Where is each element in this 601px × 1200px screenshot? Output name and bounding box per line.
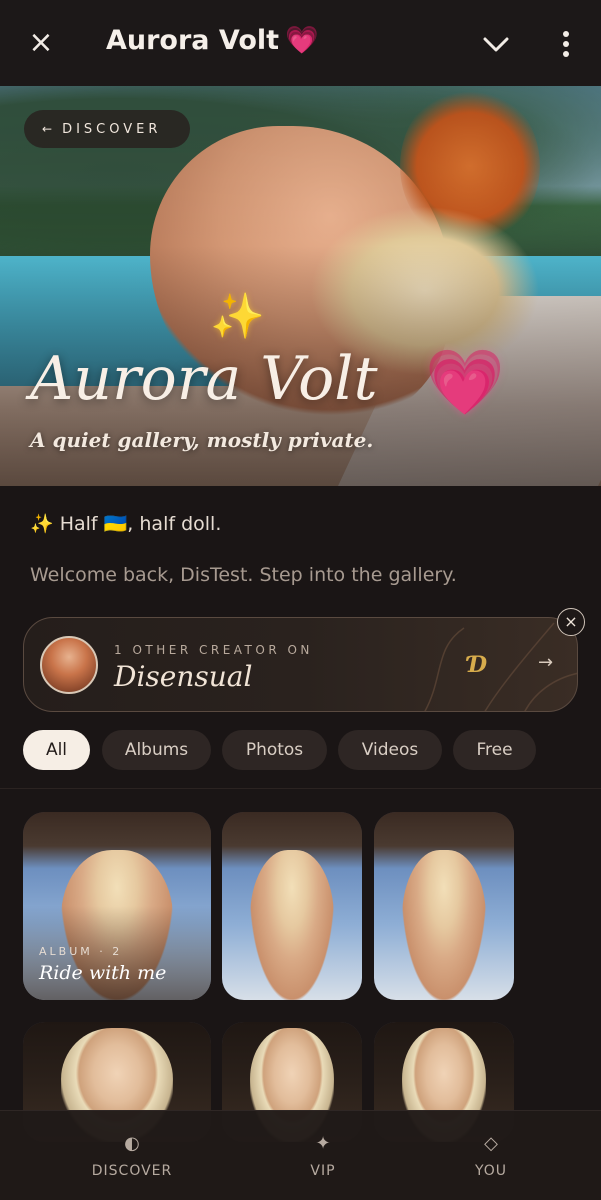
sparkles-emoji: ✨ <box>210 291 265 342</box>
discover-back-label: DISCOVER <box>62 121 162 137</box>
hero-title: Aurora Volt <box>30 344 378 414</box>
nav-you[interactable]: ◇ YOU <box>411 1111 571 1200</box>
other-creator-card[interactable]: 1 OTHER CREATOR ON Disensual Ɗ → <box>23 617 578 712</box>
close-card-button[interactable]: × <box>557 608 585 636</box>
nav-discover-label: DISCOVER <box>91 1163 173 1179</box>
album-tile[interactable]: ALBUM · 2 Ride with me <box>23 812 211 1000</box>
heart-emoji: 💗 <box>285 25 319 56</box>
discover-back-button[interactable]: ← DISCOVER <box>24 110 190 148</box>
tab-all[interactable]: All <box>23 730 90 770</box>
bio-sparkle-emoji: ✨ <box>30 513 54 535</box>
bio-text-body: Half 🇺🇦, half doll. <box>53 513 222 535</box>
close-icon[interactable]: × <box>26 28 56 58</box>
tile-photo <box>402 849 486 1000</box>
album-eyebrow: ALBUM · 2 <box>39 945 123 958</box>
nav-vip[interactable]: ✦ VIP <box>243 1111 403 1200</box>
tab-free[interactable]: Free <box>453 730 536 770</box>
divider <box>0 788 601 789</box>
album-title: Ride with me <box>39 962 167 984</box>
creator-card-eyebrow: 1 OTHER CREATOR ON <box>114 643 313 657</box>
creator-card-brand: Disensual <box>114 660 253 693</box>
top-bar: × Aurora Volt 💗 <box>0 0 601 86</box>
page-title-text: Aurora Volt <box>106 25 280 56</box>
arrow-right-icon: → <box>538 652 554 673</box>
heart-emoji-large: 💗 <box>425 346 505 420</box>
nav-discover[interactable]: ◐ DISCOVER <box>52 1111 212 1200</box>
page-title: Aurora Volt 💗 <box>106 24 319 56</box>
bio-text: ✨ Half 🇺🇦, half doll. <box>30 512 221 535</box>
photo-tile[interactable] <box>374 812 514 1000</box>
discover-icon: ◐ <box>124 1133 140 1154</box>
photo-tile[interactable] <box>222 812 362 1000</box>
diamond-icon: ◇ <box>484 1133 498 1154</box>
creator-avatar <box>40 636 98 694</box>
welcome-message: Welcome back, DisTest. Step into the gal… <box>30 564 457 586</box>
nav-vip-label: VIP <box>310 1163 336 1179</box>
back-arrow-icon: ← <box>42 122 53 136</box>
tab-photos[interactable]: Photos <box>222 730 327 770</box>
tile-photo <box>250 849 334 1000</box>
tab-albums[interactable]: Albums <box>102 730 211 770</box>
bottom-nav: ◐ DISCOVER ✦ VIP ◇ YOU <box>0 1110 601 1200</box>
chevron-down-icon[interactable] <box>480 28 512 60</box>
vip-star-icon: ✦ <box>315 1133 331 1154</box>
more-options-icon[interactable] <box>556 28 576 60</box>
tab-videos[interactable]: Videos <box>338 730 442 770</box>
nav-you-label: YOU <box>474 1163 508 1179</box>
disensual-logo: Ɗ <box>468 652 488 678</box>
hero-subtitle: A quiet gallery, mostly private. <box>30 428 374 452</box>
